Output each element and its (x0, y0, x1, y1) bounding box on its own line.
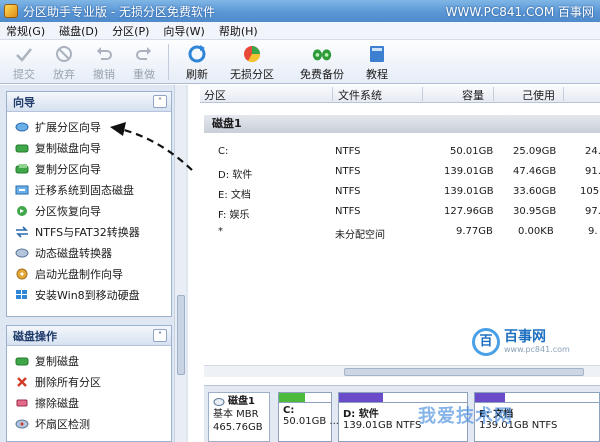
check-disk-icon (15, 419, 29, 428)
disk-op-bad-sector[interactable]: 坏扇区检测 (7, 413, 171, 434)
menu-help[interactable]: 帮助(H) (219, 23, 258, 39)
col-divider (332, 87, 333, 101)
disc-icon (16, 268, 28, 279)
commit-icon (13, 44, 35, 64)
col-divider (422, 87, 423, 101)
refresh-button[interactable]: 刷新 (177, 40, 217, 84)
wizard-section-title: 向导 (13, 95, 35, 109)
collapse-icon[interactable]: ˄ (153, 329, 167, 342)
menu-bar: 常规(G) 磁盘(D) 分区(P) 向导(W) 帮助(H) (0, 22, 600, 40)
refresh-icon (186, 44, 208, 64)
redo-button[interactable]: 重做 (124, 40, 164, 84)
disk-ops-section: 磁盘操作 ˄ 复制磁盘 删除所有分区 擦除磁盘 坏扇区检测 (6, 325, 172, 442)
recovery-icon (17, 205, 27, 216)
brand-watermark: 百 百事网 www.pc841.com (472, 328, 570, 356)
table-row[interactable]: C: NTFS 50.01GB 25.09GB 24. (200, 143, 600, 163)
left-panel: 向导 ˄ 扩展分区向导 复制磁盘向导 复制分区向导 迁移系统到固态磁盘 分区恢复… (0, 85, 188, 442)
table-row[interactable]: * 未分配空间 9.77GB 0.00KB 9. (200, 223, 600, 243)
discard-icon (53, 44, 75, 64)
site-watermark: WWW.PC841.COM 百事网 (445, 5, 594, 19)
delete-icon (17, 376, 27, 387)
col-capacity[interactable]: 容量 (462, 87, 484, 103)
partition-panel: 分区 文件系统 容量 己使用 磁盘1 C: NTFS 50.01GB 25.09… (200, 85, 600, 442)
copy-disk-icon (15, 357, 29, 365)
disk-ops-list: 复制磁盘 删除所有分区 擦除磁盘 坏扇区检测 (7, 346, 171, 434)
menu-wizard[interactable]: 向导(W) (163, 23, 204, 39)
wizard-item-partition-recovery[interactable]: 分区恢复向导 (7, 200, 171, 221)
brand-name: 百事网 (504, 329, 546, 345)
scrollbar-thumb[interactable] (344, 368, 584, 376)
disk-ops-section-header: 磁盘操作 ˄ (7, 326, 171, 346)
discard-button[interactable]: 放弃 (44, 40, 84, 84)
usage-fill (475, 393, 505, 402)
disk-op-wipe-disk[interactable]: 擦除磁盘 (7, 392, 171, 413)
col-used[interactable]: 己使用 (522, 87, 555, 103)
eraser-icon (16, 399, 28, 406)
convert-icon (16, 225, 28, 238)
disk-op-delete-all[interactable]: 删除所有分区 (7, 371, 171, 392)
wizard-item-extend-partition[interactable]: 扩展分区向导 (7, 116, 171, 137)
col-filesystem[interactable]: 文件系统 (338, 87, 382, 103)
partition-block-c[interactable]: C: 50.01GB ... (278, 392, 339, 442)
title-bar: 分区助手专业版 - 无损分区免费软件 WWW.PC841.COM 百事网 (0, 0, 600, 22)
disk-icon (213, 397, 225, 406)
free-backup-button[interactable]: 免费备份 (287, 40, 357, 84)
undo-button[interactable]: 撤销 (84, 40, 124, 84)
windows-icon (16, 289, 27, 299)
horizontal-scrollbar[interactable] (204, 365, 600, 377)
table-row[interactable]: D: 软件 NTFS 139.01GB 47.46GB 91. (200, 163, 600, 183)
menu-general[interactable]: 常规(G) (6, 23, 45, 39)
copy-partition-icon (15, 163, 29, 173)
scrollbar-thumb[interactable] (177, 295, 185, 375)
migrate-icon (15, 185, 29, 194)
wizard-item-copy-disk[interactable]: 复制磁盘向导 (7, 137, 171, 158)
wizard-list: 扩展分区向导 复制磁盘向导 复制分区向导 迁移系统到固态磁盘 分区恢复向导 NT… (7, 112, 171, 305)
undo-icon (93, 44, 115, 64)
book-icon (366, 44, 388, 64)
wizard-item-dynamic-disk[interactable]: 动态磁盘转换器 (7, 242, 171, 263)
toolbar: 提交 放弃 撤销 重做 刷新 无损分区 免费备份 教程 (0, 40, 600, 84)
wizard-item-ntfs-fat32[interactable]: NTFS与FAT32转换器 (7, 221, 171, 242)
toolbar-divider (168, 44, 169, 80)
left-scrollbar[interactable] (174, 85, 186, 442)
collapse-icon[interactable]: ˄ (153, 95, 167, 108)
wizard-item-win8-to-go[interactable]: 安装Win8到移动硬盘 (7, 284, 171, 305)
usage-fill (279, 393, 305, 402)
dynamic-disk-icon (15, 248, 29, 257)
wizard-section-header: 向导 ˄ (7, 92, 171, 112)
col-partition[interactable]: 分区 (204, 87, 226, 103)
brand-logo: 百 (472, 328, 500, 356)
redo-icon (133, 44, 155, 64)
menu-disk[interactable]: 磁盘(D) (59, 23, 98, 39)
commit-button[interactable]: 提交 (4, 40, 44, 84)
window-title: 分区助手专业版 - 无损分区免费软件 (23, 4, 215, 19)
table-row[interactable]: F: 娱乐 NTFS 127.96GB 30.95GB 97. (200, 203, 600, 223)
wizard-item-copy-partition[interactable]: 复制分区向导 (7, 158, 171, 179)
disk-info-card[interactable]: 磁盘1 基本 MBR 465.76GB (208, 392, 270, 442)
disk-map: 磁盘1 基本 MBR 465.76GB C: 50.01GB ... D: 软件… (204, 385, 600, 442)
table-header: 分区 文件系统 容量 己使用 (200, 85, 600, 103)
pie-chart-icon (241, 44, 263, 64)
usage-fill (339, 393, 383, 402)
menu-partition[interactable]: 分区(P) (112, 23, 149, 39)
wizard-item-migrate-os[interactable]: 迁移系统到固态磁盘 (7, 179, 171, 200)
table-row[interactable]: E: 文档 NTFS 139.01GB 33.60GB 105. (200, 183, 600, 203)
copy-disk-icon (15, 144, 29, 152)
col-divider (563, 87, 564, 101)
disk-group-row[interactable]: 磁盘1 (204, 115, 600, 133)
wizard-section: 向导 ˄ 扩展分区向导 复制磁盘向导 复制分区向导 迁移系统到固态磁盘 分区恢复… (6, 91, 172, 317)
footer-watermark: 我爱技术网 (418, 406, 513, 427)
disk-ops-section-title: 磁盘操作 (13, 329, 57, 343)
brand-url: www.pc841.com (504, 345, 570, 354)
app-icon (4, 4, 18, 18)
disk-op-copy-disk[interactable]: 复制磁盘 (7, 350, 171, 371)
backup-icon (311, 44, 333, 64)
wizard-item-boot-disc[interactable]: 启动光盘制作向导 (7, 263, 171, 284)
disk-icon (15, 122, 29, 131)
lossless-partition-button[interactable]: 无损分区 (217, 40, 287, 84)
col-divider (493, 87, 494, 101)
tutorial-button[interactable]: 教程 (357, 40, 397, 84)
